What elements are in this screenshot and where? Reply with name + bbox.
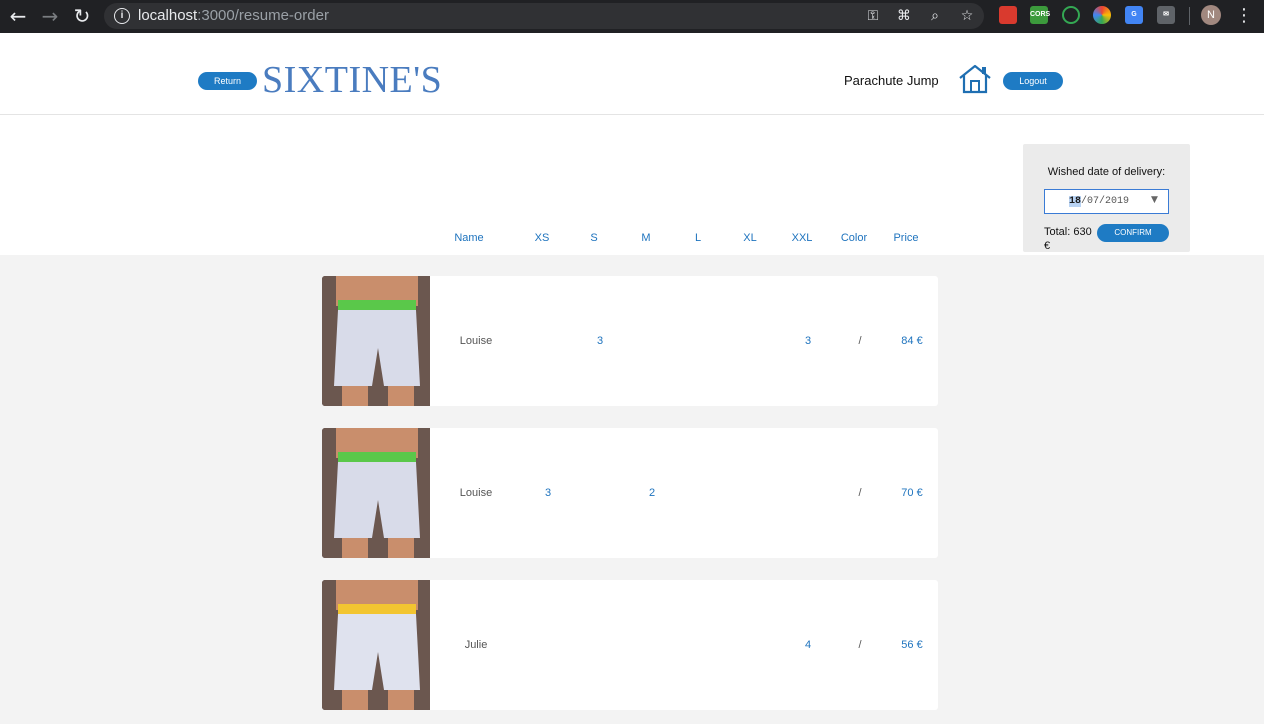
product-color: /	[858, 639, 862, 651]
product-price: 84 €	[901, 335, 923, 347]
column-header-m: M	[641, 232, 651, 244]
qty-s: 3	[596, 335, 604, 347]
qty-xxl: 4	[804, 639, 812, 651]
browser-toolbar: ← → ↻ i localhost:3000/resume-order ⚿ ⌘ …	[0, 0, 1264, 33]
back-arrow-icon[interactable]: ←	[6, 4, 30, 28]
google-translate-extension-icon[interactable]: G	[1125, 6, 1143, 24]
translate-icon[interactable]: ⌘	[895, 7, 913, 25]
product-name: Louise	[459, 335, 493, 347]
column-header-price: Price	[893, 232, 919, 244]
column-header-xl: XL	[743, 232, 757, 244]
extension-red-icon[interactable]	[999, 6, 1017, 24]
product-name: Julie	[464, 639, 488, 651]
column-header-xs: XS	[534, 232, 550, 244]
key-icon[interactable]: ⚿	[864, 7, 882, 25]
date-dropdown-icon[interactable]: ▼	[1151, 195, 1158, 205]
order-total: Total: 630 €	[1044, 226, 1092, 252]
profile-avatar[interactable]: N	[1201, 5, 1221, 25]
column-header-l: L	[694, 232, 702, 244]
product-thumbnail-image	[322, 428, 430, 558]
bookmark-star-icon[interactable]: ☆	[958, 7, 976, 25]
column-header-xxl: XXL	[791, 232, 813, 244]
product-color: /	[858, 487, 862, 499]
forward-arrow-icon[interactable]: →	[38, 4, 62, 28]
qty-xxl: 3	[804, 335, 812, 347]
product-price: 56 €	[901, 639, 923, 651]
product-price: 70 €	[901, 487, 923, 499]
user-name: Parachute Jump	[844, 73, 939, 88]
reload-icon[interactable]: ↻	[70, 4, 94, 28]
address-bar[interactable]: i localhost:3000/resume-order ⚿ ⌘ ⌕ ☆	[104, 3, 984, 29]
order-row: Louise 3 2 / 70 €	[322, 428, 938, 558]
site-info-icon[interactable]: i	[114, 8, 130, 24]
column-header-color: Color	[840, 232, 868, 244]
product-color: /	[858, 335, 862, 347]
product-thumbnail-image	[322, 580, 430, 710]
order-row: Julie 4 / 56 €	[322, 580, 938, 710]
site-header: Return SIXTINE'S Parachute Jump Logout	[0, 33, 1264, 115]
product-thumbnail-image	[322, 276, 430, 406]
qty-xs: 3	[544, 487, 552, 499]
toolbar-divider	[1189, 7, 1190, 25]
return-button[interactable]: Return	[198, 72, 257, 90]
product-name: Louise	[459, 487, 493, 499]
url-text[interactable]: localhost:3000/resume-order	[138, 7, 329, 24]
order-row: Louise 3 3 / 84 €	[322, 276, 938, 406]
column-header-name: Name	[454, 232, 484, 244]
qty-m: 2	[648, 487, 656, 499]
zoom-icon[interactable]: ⌕	[926, 7, 944, 25]
date-value[interactable]: 18/07/2019	[1069, 196, 1129, 207]
color-picker-extension-icon[interactable]	[1093, 6, 1111, 24]
extension-target-icon[interactable]	[1062, 6, 1080, 24]
more-menu-icon[interactable]: ⋮	[1235, 4, 1253, 28]
mail-extension-icon[interactable]: ✉	[1157, 6, 1175, 24]
site-logo[interactable]: SIXTINE'S	[262, 60, 442, 100]
delivery-date-input[interactable]: 18/07/2019 ▼	[1044, 189, 1169, 214]
logout-button[interactable]: Logout	[1003, 72, 1063, 90]
delivery-panel: Wished date of delivery: 18/07/2019 ▼ To…	[1023, 144, 1190, 252]
cors-extension-icon[interactable]: CORS	[1030, 6, 1050, 24]
home-icon[interactable]	[958, 64, 992, 94]
confirm-button[interactable]: CONFIRM	[1097, 224, 1169, 242]
column-header-s: S	[590, 232, 598, 244]
delivery-date-label: Wished date of delivery:	[1047, 166, 1166, 178]
